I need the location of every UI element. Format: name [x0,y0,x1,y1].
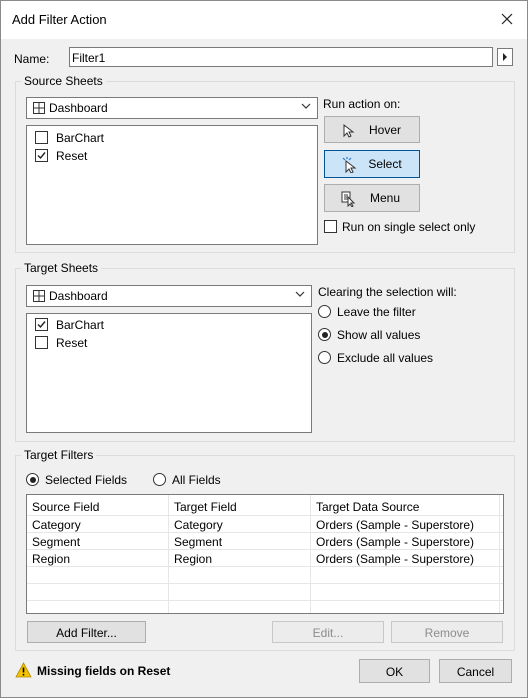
target-dropdown-value: Dashboard [49,289,108,303]
name-label: Name: [14,52,50,66]
chevron-down-icon [301,103,311,109]
source-sheets-title: Source Sheets [21,74,106,88]
edit-filter-button[interactable]: Edit... [272,621,384,643]
radio-button[interactable] [153,473,166,486]
clearing-label: Clearing the selection will: [318,285,457,299]
table-cell[interactable]: Orders (Sample - Superstore) [316,518,474,532]
arrow-right-icon [503,53,507,61]
target-sheet-list: BarChart Reset [26,313,312,433]
source-dropdown-value: Dashboard [49,101,108,115]
checkbox[interactable] [324,220,337,233]
warning-icon [15,662,32,678]
checkbox[interactable] [35,131,48,144]
warning-message: Missing fields on Reset [37,664,171,678]
select-action-button[interactable]: Select [324,150,420,178]
checkbox[interactable] [35,149,48,162]
checkbox[interactable] [35,336,48,349]
column-header-target-field[interactable]: Target Field [174,500,237,514]
ok-button[interactable]: OK [359,659,430,683]
target-sheets-title: Target Sheets [21,261,102,275]
radio-button[interactable] [318,328,331,341]
name-menu-button[interactable] [497,48,513,66]
column-header-target-data-source[interactable]: Target Data Source [316,500,419,514]
target-filters-title: Target Filters [21,448,97,462]
remove-filter-button[interactable]: Remove [391,621,503,643]
add-filter-action-dialog: Add Filter Action Name: Filter1 Source S… [0,0,528,698]
target-sheet-dropdown[interactable]: Dashboard [26,285,312,307]
dashboard-icon [33,290,45,302]
window-title: Add Filter Action [12,12,107,27]
cancel-button[interactable]: Cancel [439,659,512,683]
table-cell[interactable]: Orders (Sample - Superstore) [316,552,474,566]
table-cell[interactable]: Segment [174,535,222,549]
source-sheet-list: BarChart Reset [26,125,318,245]
hover-action-button[interactable]: Hover [324,116,420,143]
table-cell[interactable]: Region [174,552,212,566]
table-cell[interactable]: Region [32,552,70,566]
source-sheet-dropdown[interactable]: Dashboard [26,97,318,119]
field-mapping-table: Source Field Target Field Target Data So… [26,494,504,614]
chevron-down-icon [295,291,305,297]
checkmark-icon [37,152,46,160]
table-cell[interactable]: Category [174,518,223,532]
table-cell[interactable]: Segment [32,535,80,549]
radio-button[interactable] [26,473,39,486]
checkbox[interactable] [35,318,48,331]
close-button[interactable] [497,9,517,29]
checkmark-icon [37,321,46,329]
dashboard-icon [33,102,45,114]
menu-action-button[interactable]: Menu [324,184,420,212]
radio-button[interactable] [318,305,331,318]
title-bar: Add Filter Action [1,1,527,39]
table-cell[interactable]: Orders (Sample - Superstore) [316,535,474,549]
column-header-source-field[interactable]: Source Field [32,500,99,514]
name-input[interactable]: Filter1 [69,47,493,67]
radio-button[interactable] [318,351,331,364]
add-filter-button[interactable]: Add Filter... [27,621,146,643]
run-action-label: Run action on: [323,97,401,111]
close-icon [501,13,513,25]
table-cell[interactable]: Category [32,518,81,532]
